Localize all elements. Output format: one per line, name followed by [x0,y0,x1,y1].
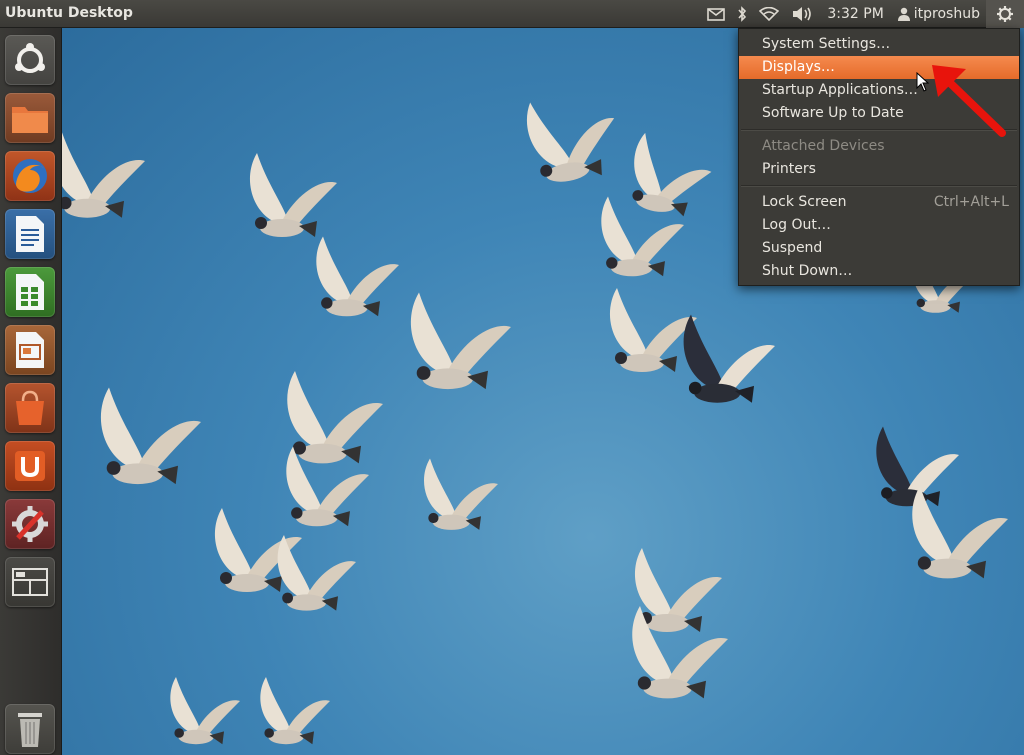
indicator-area: 3:32 PM itproshub [701,0,1024,28]
menu-item-label: Lock Screen [762,194,847,210]
menu-item-shut-down[interactable]: Shut Down… [739,260,1019,283]
menu-item-lock-screen[interactable]: Lock Screen Ctrl+Alt+L [739,191,1019,214]
top-panel: Ubuntu Desktop 3:32 PM itproshub [0,0,1024,28]
menu-item-shortcut: Ctrl+Alt+L [933,194,1009,210]
mail-icon [707,7,726,21]
menu-item-log-out[interactable]: Log Out… [739,214,1019,237]
power-gear-icon [997,6,1013,22]
annotation-arrow-icon [932,65,1006,137]
user-icon [897,7,910,21]
workspace-switcher-icon [12,568,48,596]
sound-indicator[interactable] [785,0,819,28]
bluetooth-icon [738,6,747,22]
dash-home-button[interactable] [5,35,55,85]
user-indicator[interactable]: itproshub [892,0,986,28]
mail-indicator[interactable] [701,0,731,28]
launcher-ubuntu-one[interactable] [5,441,55,491]
libreoffice-writer-icon [16,216,44,252]
home-folder-icon [12,107,48,133]
trash-icon [18,713,42,747]
user-name: itproshub [913,6,980,22]
ubuntu-one-icon [15,451,45,481]
system-settings-icon [12,506,48,542]
volume-icon [793,7,812,21]
session-indicator[interactable] [986,0,1024,28]
unity-launcher [0,28,62,755]
clock-time: 3:32 PM [827,6,884,22]
launcher-trash[interactable] [5,704,55,754]
launcher-home-folder[interactable] [5,93,55,143]
launcher-calc[interactable] [5,267,55,317]
menu-item-printers[interactable]: Printers [739,158,1019,181]
launcher-writer[interactable] [5,209,55,259]
menu-item-system-settings[interactable]: System Settings… [739,33,1019,56]
software-center-icon [16,390,44,425]
launcher-workspace-switcher[interactable] [5,557,55,607]
bluetooth-indicator[interactable] [731,0,753,28]
launcher-firefox[interactable] [5,151,55,201]
clock-indicator[interactable]: 3:32 PM [819,0,891,28]
launcher-system-settings[interactable] [5,499,55,549]
menu-separator [741,185,1017,187]
libreoffice-calc-icon [16,274,44,310]
ubuntu-dash-icon [15,43,45,73]
wifi-icon [759,7,780,21]
panel-title: Ubuntu Desktop [5,5,133,21]
firefox-icon [13,159,47,193]
network-indicator[interactable] [753,0,785,28]
menu-item-suspend[interactable]: Suspend [739,237,1019,260]
launcher-software-center[interactable] [5,383,55,433]
launcher-impress[interactable] [5,325,55,375]
libreoffice-impress-icon [16,332,44,368]
